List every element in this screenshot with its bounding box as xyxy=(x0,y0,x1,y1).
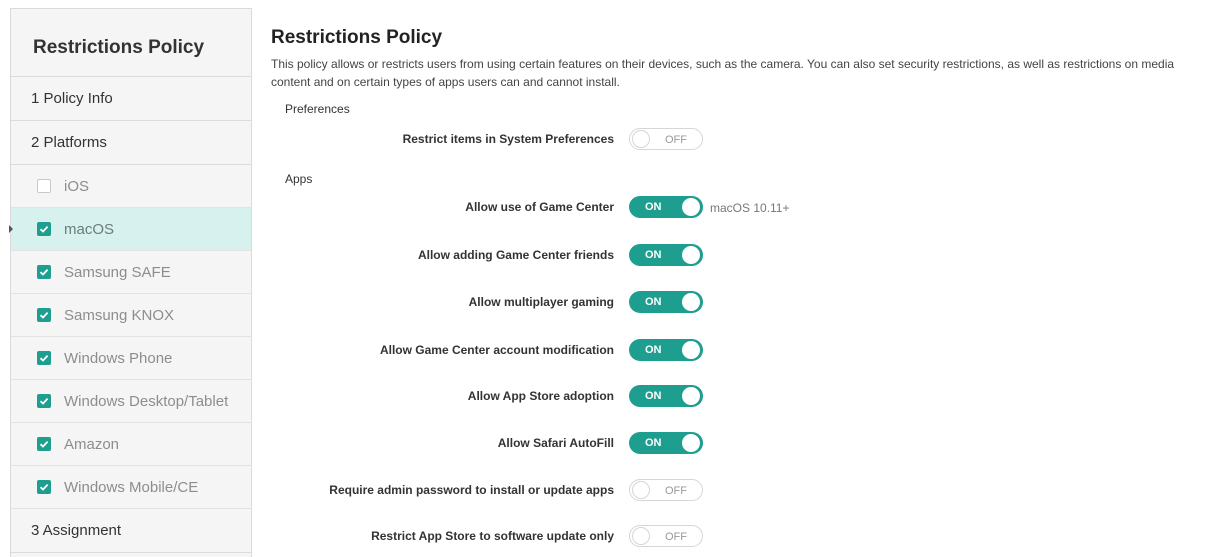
platform-label: Windows Mobile/CE xyxy=(64,478,199,496)
checkbox-samsung-safe[interactable] xyxy=(37,265,51,279)
check-icon xyxy=(39,268,49,276)
checkbox-windows-mobile-ce[interactable] xyxy=(37,480,51,494)
toggle-knob xyxy=(632,130,650,148)
toggle-state: ON xyxy=(645,249,662,261)
toggle-safari-autofill[interactable]: ON xyxy=(629,432,703,454)
check-icon xyxy=(39,440,49,448)
checkbox-macos[interactable] xyxy=(37,222,51,236)
checkbox-windows-desktop-tablet[interactable] xyxy=(37,394,51,408)
page-description: This policy allows or restricts users fr… xyxy=(271,57,1175,89)
setting-label: Allow multiplayer gaming xyxy=(468,295,614,309)
active-row-marker-icon xyxy=(9,225,13,233)
check-icon xyxy=(39,483,49,491)
checkbox-amazon[interactable] xyxy=(37,437,51,451)
os-version-hint: macOS 10.11+ xyxy=(710,201,790,215)
toggle-multiplayer-gaming[interactable]: ON xyxy=(629,291,703,313)
toggle-knob xyxy=(682,434,700,452)
platform-item-amazon[interactable]: Amazon xyxy=(11,423,251,466)
setting-label: Allow use of Game Center xyxy=(465,200,614,214)
setting-row-app-store-updates-only: Restrict App Store to software update on… xyxy=(271,525,1216,549)
setting-label: Allow Game Center account modification xyxy=(379,343,614,357)
platform-item-windows-phone[interactable]: Windows Phone xyxy=(11,337,251,380)
toggle-state: ON xyxy=(645,390,662,402)
toggle-restrict-system-preferences[interactable]: OFF xyxy=(629,128,703,150)
platform-label: Windows Phone xyxy=(64,349,173,367)
toggle-knob xyxy=(682,341,700,359)
checkbox-ios[interactable] xyxy=(37,179,51,193)
step-assignment[interactable]: 3 Assignment xyxy=(11,509,251,553)
toggle-state: OFF xyxy=(665,134,687,146)
setting-row-app-store-adoption: Allow App Store adoption ON xyxy=(271,385,1216,409)
wizard-sidebar: Restrictions Policy 1 Policy Info 2 Plat… xyxy=(10,8,252,557)
check-icon xyxy=(39,225,49,233)
setting-row-safari-autofill: Allow Safari AutoFill ON xyxy=(271,432,1216,456)
toggle-app-store-adoption[interactable]: ON xyxy=(629,385,703,407)
setting-row-restrict-system-preferences: Restrict items in System Preferences OFF xyxy=(271,128,1216,152)
toggle-state: OFF xyxy=(665,485,687,497)
check-icon xyxy=(39,311,49,319)
setting-label: Require admin password to install or upd… xyxy=(329,483,614,497)
platform-label: macOS xyxy=(64,220,115,238)
setting-label: Restrict items in System Preferences xyxy=(402,132,614,146)
main-panel: Restrictions Policy This policy allows o… xyxy=(271,0,1216,557)
setting-row-admin-password: Require admin password to install or upd… xyxy=(271,479,1216,503)
platform-item-windows-desktop-tablet[interactable]: Windows Desktop/Tablet xyxy=(11,380,251,423)
platform-label: Windows Desktop/Tablet xyxy=(64,392,229,410)
platform-item-ios[interactable]: iOS xyxy=(11,165,251,208)
platform-item-windows-mobile-ce[interactable]: Windows Mobile/CE xyxy=(11,466,251,509)
toggle-knob xyxy=(632,527,650,545)
toggle-state: ON xyxy=(645,296,662,308)
toggle-app-store-updates-only[interactable]: OFF xyxy=(629,525,703,547)
platform-item-samsung-knox[interactable]: Samsung KNOX xyxy=(11,294,251,337)
platform-label: Samsung KNOX xyxy=(64,306,175,324)
checkbox-windows-phone[interactable] xyxy=(37,351,51,365)
setting-row-game-center-account: Allow Game Center account modification O… xyxy=(271,339,1216,363)
check-icon xyxy=(39,354,49,362)
platform-label: iOS xyxy=(64,177,90,195)
platform-label: Samsung SAFE xyxy=(64,263,171,281)
toggle-knob xyxy=(632,481,650,499)
setting-label: Restrict App Store to software update on… xyxy=(371,529,614,543)
setting-label: Allow App Store adoption xyxy=(467,389,614,403)
setting-label: Allow Safari AutoFill xyxy=(497,436,614,450)
platform-label: Amazon xyxy=(64,435,120,453)
toggle-state: ON xyxy=(645,201,662,213)
toggle-knob xyxy=(682,293,700,311)
setting-label: Allow adding Game Center friends xyxy=(417,248,614,262)
step-policy-info[interactable]: 1 Policy Info xyxy=(11,77,251,121)
check-icon xyxy=(39,397,49,405)
toggle-state: OFF xyxy=(665,531,687,543)
setting-row-game-center-friends: Allow adding Game Center friends ON xyxy=(271,244,1216,268)
toggle-knob xyxy=(682,387,700,405)
toggle-game-center-friends[interactable]: ON xyxy=(629,244,703,266)
platform-item-samsung-safe[interactable]: Samsung SAFE xyxy=(11,251,251,294)
toggle-state: ON xyxy=(645,437,662,449)
setting-row-multiplayer-gaming: Allow multiplayer gaming ON xyxy=(271,291,1216,315)
platform-item-macos[interactable]: macOS xyxy=(11,208,251,251)
page-title: Restrictions Policy xyxy=(271,27,443,48)
step-platforms[interactable]: 2 Platforms xyxy=(11,121,251,165)
toggle-state: ON xyxy=(645,344,662,356)
toggle-game-center[interactable]: ON xyxy=(629,196,703,218)
toggle-knob xyxy=(682,246,700,264)
section-apps: Apps xyxy=(285,172,313,186)
toggle-knob xyxy=(682,198,700,216)
sidebar-title: Restrictions Policy xyxy=(11,9,251,77)
section-preferences: Preferences xyxy=(285,102,350,116)
toggle-game-center-account[interactable]: ON xyxy=(629,339,703,361)
checkbox-samsung-knox[interactable] xyxy=(37,308,51,322)
toggle-admin-password[interactable]: OFF xyxy=(629,479,703,501)
setting-row-game-center: Allow use of Game Center ON macOS 10.11+ xyxy=(271,196,1216,220)
